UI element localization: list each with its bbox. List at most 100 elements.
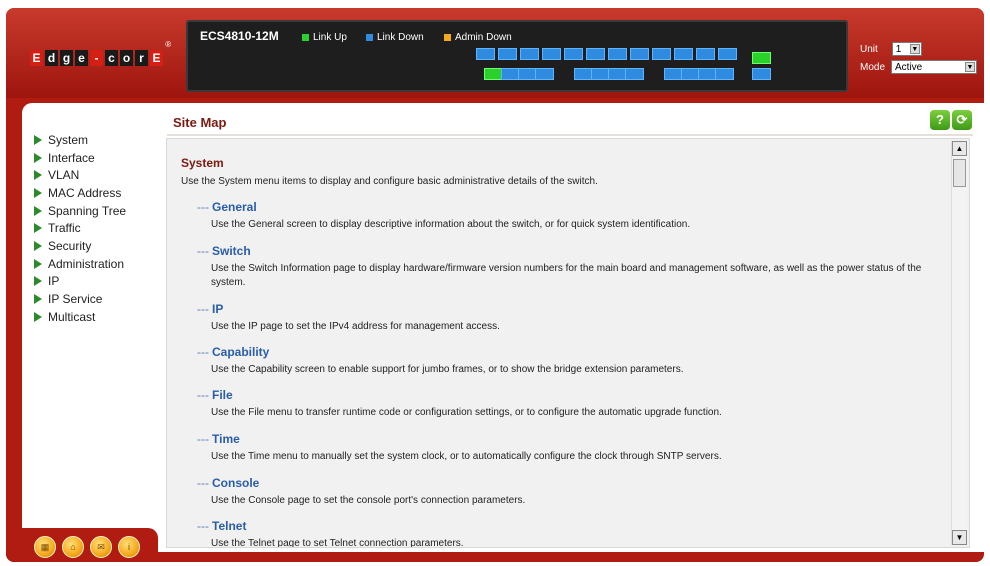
info-icon[interactable]: i xyxy=(118,536,140,558)
mail-icon[interactable]: ✉ xyxy=(90,536,112,558)
sidebar-item-system[interactable]: System xyxy=(34,131,126,149)
scroll-down-icon[interactable]: ▼ xyxy=(952,530,967,545)
edgecore-logo: E d g e - c o r E ® xyxy=(30,40,171,66)
logo-letter: E xyxy=(30,50,43,66)
ports-icon[interactable]: ▦ xyxy=(34,536,56,558)
model-name: ECS4810-12M xyxy=(200,29,279,43)
logo-letter: d xyxy=(45,50,58,66)
arrow-right-icon xyxy=(34,152,42,163)
mode-select[interactable]: Active ▼ xyxy=(891,60,978,74)
unit-mode-controls: Unit 1 ▼ Mode Active ▼ xyxy=(860,40,978,76)
sitemap-entry: --- IP Use the IP page to set the IPv4 ad… xyxy=(197,302,937,334)
sitemap-entry: --- Telnet Use the Telnet page to set Tel… xyxy=(197,519,937,547)
sidebar-item-ip-service[interactable]: IP Service xyxy=(34,290,126,308)
logo-letter: r xyxy=(135,50,148,66)
unit-select[interactable]: 1 ▼ xyxy=(891,42,922,56)
sitemap-panel: System Use the System menu items to disp… xyxy=(166,138,970,548)
entry-link[interactable]: Time xyxy=(212,432,240,446)
port-icon[interactable] xyxy=(586,48,605,60)
port-icon[interactable] xyxy=(652,48,671,60)
entry-link[interactable]: Console xyxy=(212,476,259,490)
dash-icon: --- xyxy=(197,302,209,316)
sidebar-item-ip[interactable]: IP xyxy=(34,273,126,291)
port-icon[interactable] xyxy=(625,68,644,80)
mode-value: Active xyxy=(895,61,923,73)
sidebar-item-label: Spanning Tree xyxy=(48,203,127,218)
entry-link[interactable]: IP xyxy=(212,302,223,316)
sidebar-item-multicast[interactable]: Multicast xyxy=(34,308,126,326)
arrow-right-icon xyxy=(34,223,42,234)
sidebar-item-mac-address[interactable]: MAC Address xyxy=(34,184,126,202)
entry-link[interactable]: Switch xyxy=(212,244,251,258)
port-icon[interactable] xyxy=(696,48,715,60)
port-icon[interactable] xyxy=(715,68,734,80)
port-icon[interactable] xyxy=(535,68,554,80)
port-icon[interactable] xyxy=(608,48,627,60)
port-icon[interactable] xyxy=(674,48,693,60)
dash-icon: --- xyxy=(197,345,209,359)
dropdown-arrow-icon: ▼ xyxy=(909,44,920,54)
sidebar-item-label: IP Service xyxy=(48,292,103,307)
home-icon[interactable]: ⌂ xyxy=(62,536,84,558)
section-title: System xyxy=(181,156,224,170)
refresh-icon[interactable]: ⟳ xyxy=(952,110,972,130)
port-icon[interactable] xyxy=(564,48,583,60)
mode-label: Mode xyxy=(860,61,886,73)
sidebar-item-interface[interactable]: Interface xyxy=(34,149,126,167)
port-icon[interactable] xyxy=(752,68,771,80)
scroll-up-icon[interactable]: ▲ xyxy=(952,141,967,156)
entry-link[interactable]: Telnet xyxy=(212,519,246,533)
dash-icon: --- xyxy=(197,244,209,258)
port-icon[interactable] xyxy=(630,48,649,60)
help-icon[interactable]: ? xyxy=(930,110,950,130)
arrow-right-icon xyxy=(34,294,42,305)
entry-description: Use the Console page to set the console … xyxy=(211,495,526,506)
legend-label: Link Up xyxy=(313,32,347,43)
port-icon[interactable] xyxy=(498,48,517,60)
entry-description: Use the IP page to set the IPv4 address … xyxy=(211,321,500,332)
bottom-icons: ▦ ⌂ ✉ i xyxy=(34,536,140,558)
sidebar-item-label: Security xyxy=(48,238,92,253)
port-icon[interactable] xyxy=(542,48,561,60)
logo-letter: e xyxy=(75,50,88,66)
logo-letter: g xyxy=(60,50,73,66)
entry-description: Use the General screen to display descri… xyxy=(211,219,691,230)
sidebar-item-vlan[interactable]: VLAN xyxy=(34,166,126,184)
sidebar-item-spanning-tree[interactable]: Spanning Tree xyxy=(34,202,126,220)
port-icon[interactable] xyxy=(476,48,495,60)
legend-link-down: Link Down xyxy=(366,32,424,43)
sidebar-item-administration[interactable]: Administration xyxy=(34,255,126,273)
entry-link[interactable]: File xyxy=(212,388,233,402)
arrow-right-icon xyxy=(34,205,42,216)
unit-value: 1 xyxy=(895,43,902,55)
arrow-right-icon xyxy=(34,187,42,198)
vertical-scrollbar[interactable]: ▲ ▼ xyxy=(951,141,967,545)
arrow-right-icon xyxy=(34,170,42,181)
entry-link[interactable]: Capability xyxy=(212,345,269,359)
logo-letter: c xyxy=(105,50,118,66)
logo-letter: - xyxy=(90,50,103,66)
sitemap-entry: --- File Use the File menu to transfer ru… xyxy=(197,388,937,420)
port-icon[interactable] xyxy=(520,48,539,60)
logo-letter: E xyxy=(150,50,163,66)
sidebar-item-traffic[interactable]: Traffic xyxy=(34,219,126,237)
sitemap-entry: --- Time Use the Time menu to manually se… xyxy=(197,432,937,464)
switch-front-panel: ECS4810-12M Link Up Link Down Admin Down xyxy=(186,20,848,92)
arrow-right-icon xyxy=(34,240,42,251)
entry-description: Use the Capability screen to enable supp… xyxy=(211,364,684,375)
entry-description: Use the Switch Information page to displ… xyxy=(211,263,922,288)
sitemap-entry: --- Switch Use the Switch Information pag… xyxy=(197,244,937,290)
registered-mark: ® xyxy=(165,40,171,49)
sidebar-item-label: Interface xyxy=(48,150,95,165)
sidebar-item-label: Administration xyxy=(48,256,125,271)
sitemap-entry: --- General Use the General screen to dis… xyxy=(197,200,937,232)
scroll-thumb[interactable] xyxy=(953,159,966,187)
port-icon[interactable] xyxy=(752,52,771,64)
dash-icon: --- xyxy=(197,388,209,402)
link-down-swatch-icon xyxy=(366,34,373,41)
entry-link[interactable]: General xyxy=(212,200,257,214)
entry-description: Use the Time menu to manually set the sy… xyxy=(211,451,722,462)
link-up-swatch-icon xyxy=(302,34,309,41)
port-icon[interactable] xyxy=(718,48,737,60)
sidebar-item-security[interactable]: Security xyxy=(34,237,126,255)
